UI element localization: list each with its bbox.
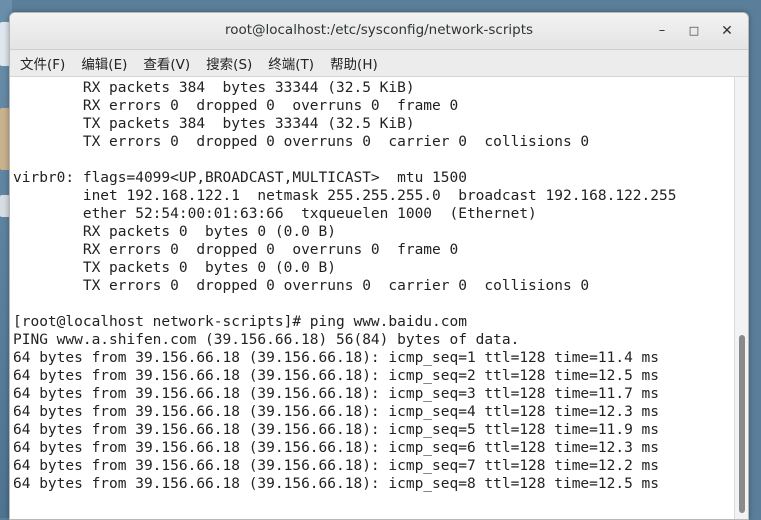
terminal-line: TX errors 0 dropped 0 overruns 0 carrier…: [13, 134, 590, 150]
terminal-line: PING www.a.shifen.com (39.156.66.18) 56(…: [13, 332, 520, 348]
maximize-icon[interactable]: □: [684, 21, 704, 41]
terminal-line: 64 bytes from 39.156.66.18 (39.156.66.18…: [13, 458, 660, 474]
close-icon[interactable]: ✕: [717, 21, 737, 41]
menu-view[interactable]: 查看(V): [143, 53, 190, 73]
terminal-line: virbr0: flags=4099<UP,BROADCAST,MULTICAS…: [13, 170, 467, 186]
terminal-window: root@localhost:/etc/sysconfig/network-sc…: [9, 12, 749, 520]
terminal-text: RX packets 384 bytes 33344 (32.5 KiB) RX…: [10, 77, 734, 493]
terminal-line: TX packets 384 bytes 33344 (32.5 KiB): [13, 116, 415, 132]
terminal-line: TX errors 0 dropped 0 overruns 0 carrier…: [13, 278, 590, 294]
window-title: root@localhost:/etc/sysconfig/network-sc…: [224, 22, 534, 38]
terminal-output[interactable]: RX packets 384 bytes 33344 (32.5 KiB) RX…: [10, 77, 734, 519]
terminal-line: 64 bytes from 39.156.66.18 (39.156.66.18…: [13, 476, 660, 492]
terminal-line: TX packets 0 bytes 0 (0.0 B): [13, 260, 337, 276]
terminal-line: 64 bytes from 39.156.66.18 (39.156.66.18…: [13, 386, 660, 402]
terminal-line: RX packets 0 bytes 0 (0.0 B): [13, 224, 337, 240]
menu-search[interactable]: 搜索(S): [206, 53, 252, 73]
scrollbar-thumb[interactable]: [739, 335, 745, 513]
terminal-line: 64 bytes from 39.156.66.18 (39.156.66.18…: [13, 368, 660, 384]
menu-help[interactable]: 帮助(H): [330, 53, 378, 73]
vertical-scrollbar[interactable]: [734, 77, 748, 519]
terminal-line: RX packets 384 bytes 33344 (32.5 KiB): [13, 80, 415, 96]
terminal-line: RX errors 0 dropped 0 overruns 0 frame 0: [13, 98, 459, 114]
terminal-line: 64 bytes from 39.156.66.18 (39.156.66.18…: [13, 404, 660, 420]
terminal-line: [root@localhost network-scripts]# ping w…: [13, 314, 467, 330]
minimize-icon[interactable]: –: [652, 21, 672, 41]
terminal-line: 64 bytes from 39.156.66.18 (39.156.66.18…: [13, 440, 660, 456]
terminal-line: 64 bytes from 39.156.66.18 (39.156.66.18…: [13, 350, 660, 366]
title-bar[interactable]: root@localhost:/etc/sysconfig/network-sc…: [10, 13, 748, 50]
terminal-line: RX errors 0 dropped 0 overruns 0 frame 0: [13, 242, 459, 258]
terminal-line: inet 192.168.122.1 netmask 255.255.255.0…: [13, 188, 677, 204]
menu-edit[interactable]: 编辑(E): [81, 53, 127, 73]
menu-bar: 文件(F) 编辑(E) 查看(V) 搜索(S) 终端(T) 帮助(H): [10, 50, 748, 77]
terminal-line: ether 52:54:00:01:63:66 txqueuelen 1000 …: [13, 206, 537, 222]
terminal-line: 64 bytes from 39.156.66.18 (39.156.66.18…: [13, 422, 660, 438]
menu-file[interactable]: 文件(F): [20, 53, 65, 73]
menu-terminal[interactable]: 终端(T): [268, 53, 314, 73]
